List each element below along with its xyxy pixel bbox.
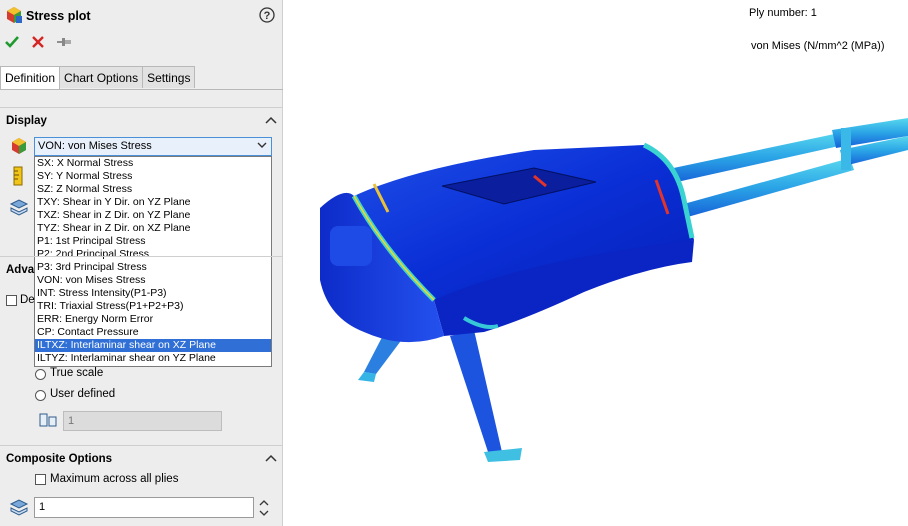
pin-icon[interactable]	[56, 35, 72, 49]
dropdown-option[interactable]: P1: 1st Principal Stress	[35, 235, 271, 248]
stress-component-value: VON: von Mises Stress	[38, 140, 152, 152]
max-across-plies-checkbox[interactable]	[35, 474, 46, 485]
dropdown-option[interactable]: ERR: Energy Norm Error	[35, 313, 271, 326]
deformed-shape-checkbox[interactable]	[6, 295, 17, 306]
true-scale-radio[interactable]	[35, 369, 46, 380]
scale-factor-icon	[39, 413, 57, 427]
tab-divider	[0, 89, 283, 90]
svg-text:?: ?	[264, 10, 271, 22]
chevron-down-icon[interactable]	[257, 142, 267, 150]
stress-plot-icon	[7, 7, 22, 23]
advanced-section-header[interactable]: Adva	[0, 256, 283, 283]
tab-chart-options[interactable]: Chart Options	[59, 66, 144, 88]
user-defined-radio[interactable]	[35, 390, 46, 401]
layers-icon	[9, 199, 29, 216]
dropdown-option[interactable]: TYZ: Shear in Z Dir. on XZ Plane	[35, 222, 271, 235]
dropdown-option[interactable]: SY: Y Normal Stress	[35, 170, 271, 183]
rear-leg	[450, 330, 502, 458]
stress-component-select[interactable]: VON: von Mises Stress	[34, 137, 272, 156]
cancel-icon[interactable]	[31, 35, 45, 49]
panel-title: Stress plot	[26, 9, 91, 23]
property-manager-panel: Stress plot ? Definition Chart Options S…	[0, 0, 283, 526]
dropdown-option[interactable]: ILTXZ: Interlaminar shear on XZ Plane	[35, 339, 271, 352]
chevron-up-icon[interactable]	[265, 452, 277, 464]
ply-number-input[interactable]: 1	[34, 497, 254, 518]
chevron-up-icon[interactable]	[265, 114, 277, 126]
composite-options-header[interactable]: Composite Options	[0, 445, 283, 472]
graphics-viewport[interactable]: Ply number: 1 von Mises (N/mm^2 (MPa))	[284, 0, 908, 526]
front-boss	[330, 226, 372, 266]
dropdown-option[interactable]: CP: Contact Pressure	[35, 326, 271, 339]
dropdown-option[interactable]: TXY: Shear in Y Dir. on YZ Plane	[35, 196, 271, 209]
max-across-plies-label: Maximum across all plies	[50, 473, 179, 485]
user-defined-label: User defined	[50, 388, 116, 400]
scale-factor-input[interactable]: 1	[63, 411, 222, 431]
tab-settings[interactable]: Settings	[142, 66, 196, 88]
stress-plot-model	[320, 118, 908, 462]
dropdown-option[interactable]: SZ: Z Normal Stress	[35, 183, 271, 196]
display-section-label: Display	[6, 115, 47, 127]
dropdown-option[interactable]: TRI: Triaxial Stress(P1+P2+P3)	[35, 300, 271, 313]
dropdown-option[interactable]: ILTYZ: Interlaminar shear on YZ Plane	[35, 352, 271, 365]
display-section-header[interactable]: Display	[0, 107, 283, 134]
true-scale-label: True scale	[50, 367, 104, 379]
advanced-section-label: Adva	[6, 264, 35, 276]
help-icon[interactable]: ?	[259, 7, 275, 23]
component-icon	[12, 138, 26, 154]
tab-bar: Definition Chart Options Settings	[0, 66, 196, 90]
units-ruler-icon	[13, 166, 23, 186]
ok-icon[interactable]	[4, 35, 20, 49]
tube-joint	[841, 128, 851, 170]
deformed-shape-label: De	[20, 294, 35, 306]
dropdown-option[interactable]: SX: X Normal Stress	[35, 157, 271, 170]
dropdown-option[interactable]: TXZ: Shear in Z Dir. on YZ Plane	[35, 209, 271, 222]
composite-options-label: Composite Options	[6, 453, 113, 465]
ply-spinner[interactable]	[258, 498, 270, 518]
tab-definition[interactable]: Definition	[0, 66, 61, 90]
dropdown-option[interactable]: INT: Stress Intensity(P1-P3)	[35, 287, 271, 300]
ply-layers-icon	[9, 499, 29, 516]
